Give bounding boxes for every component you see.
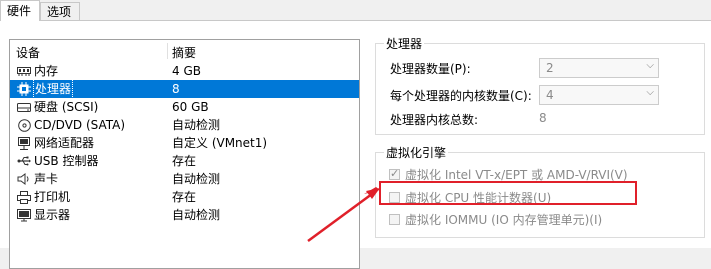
device-name: 网络适配器	[34, 136, 95, 150]
device-summary: 存在	[172, 190, 197, 204]
memory-icon	[16, 64, 32, 78]
sound-card-icon	[16, 172, 32, 186]
network-adapter-icon	[16, 136, 32, 150]
checkmark-icon: ✓	[390, 167, 400, 180]
annotation-arrow-icon	[307, 187, 380, 243]
tab-hardware[interactable]: 硬件	[0, 0, 40, 21]
chevron-down-icon: ⌵	[646, 60, 654, 71]
column-divider[interactable]	[167, 43, 168, 59]
tab-options[interactable]: 选项	[40, 2, 80, 20]
device-summary: 8	[172, 82, 180, 96]
device-row-usb-controller[interactable]: USB 控制器 存在	[10, 152, 359, 170]
processor-group: 处理器 处理器数量(P): 2 ⌵ 每个处理器的内核数量(C): 4 ⌵ 处理器…	[375, 35, 705, 135]
column-header-summary[interactable]: 摘要	[172, 44, 196, 61]
processor-group-title: 处理器	[384, 35, 425, 52]
device-name: CD/DVD (SATA)	[34, 118, 126, 132]
device-summary: 自动检测	[172, 172, 221, 186]
device-name: 打印机	[34, 190, 71, 204]
device-name: 显示器	[34, 208, 71, 222]
device-row-network-adapter[interactable]: 网络适配器 自定义 (VMnet1)	[10, 134, 359, 152]
cores-per-processor-select[interactable]: 4 ⌵	[539, 85, 659, 105]
device-list-header: 设备 摘要	[10, 40, 359, 62]
highlight-box	[379, 181, 637, 205]
device-row-processor[interactable]: 处理器 8	[10, 79, 359, 99]
device-name: 内存	[34, 64, 59, 78]
printer-icon	[16, 190, 32, 204]
processor-count-label: 处理器数量(P):	[390, 62, 471, 76]
tab-bar: 硬件 选项	[0, 0, 711, 21]
device-name: 硬盘 (SCSI)	[34, 100, 99, 114]
device-row-hard-disk[interactable]: 硬盘 (SCSI) 60 GB	[10, 98, 359, 116]
processor-count-select[interactable]: 2 ⌵	[539, 58, 659, 78]
device-name: 声卡	[34, 172, 59, 186]
total-cores-label: 处理器内核总数:	[390, 113, 479, 127]
processor-icon	[16, 82, 32, 96]
device-row-memory[interactable]: 内存 4 GB	[10, 62, 359, 80]
cores-per-processor-value: 4	[546, 88, 554, 102]
processor-count-value: 2	[546, 61, 554, 75]
vt-x-ept-checkbox[interactable]: ✓	[389, 167, 400, 180]
tab-content: 设备 摘要 内存 4 GB 处理器 8 硬盘 (SCSI) 60 GB CD/D…	[0, 20, 711, 269]
iommu-checkbox[interactable]	[389, 214, 400, 225]
device-name: USB 控制器	[34, 154, 99, 168]
column-header-device[interactable]: 设备	[16, 44, 40, 61]
device-summary: 60 GB	[172, 100, 209, 114]
device-summary: 自定义 (VMnet1)	[172, 136, 268, 150]
virtualization-group-title: 虚拟化引擎	[384, 144, 449, 161]
hard-disk-icon	[16, 100, 32, 114]
usb-icon	[16, 154, 32, 168]
device-row-cd-dvd[interactable]: CD/DVD (SATA) 自动检测	[10, 116, 359, 134]
total-cores-value: 8	[539, 111, 547, 125]
iommu-label[interactable]: 虚拟化 IOMMU (IO 内存管理单元)(I)	[405, 211, 602, 228]
device-summary: 4 GB	[172, 64, 201, 78]
device-name: 处理器	[32, 79, 74, 99]
cores-per-processor-label: 每个处理器的内核数量(C):	[390, 89, 532, 103]
device-summary: 自动检测	[172, 118, 221, 132]
device-summary: 自动检测	[172, 208, 221, 222]
device-summary: 存在	[172, 154, 197, 168]
chevron-down-icon: ⌵	[646, 87, 654, 98]
display-icon	[16, 208, 32, 222]
cd-dvd-icon	[16, 118, 32, 132]
